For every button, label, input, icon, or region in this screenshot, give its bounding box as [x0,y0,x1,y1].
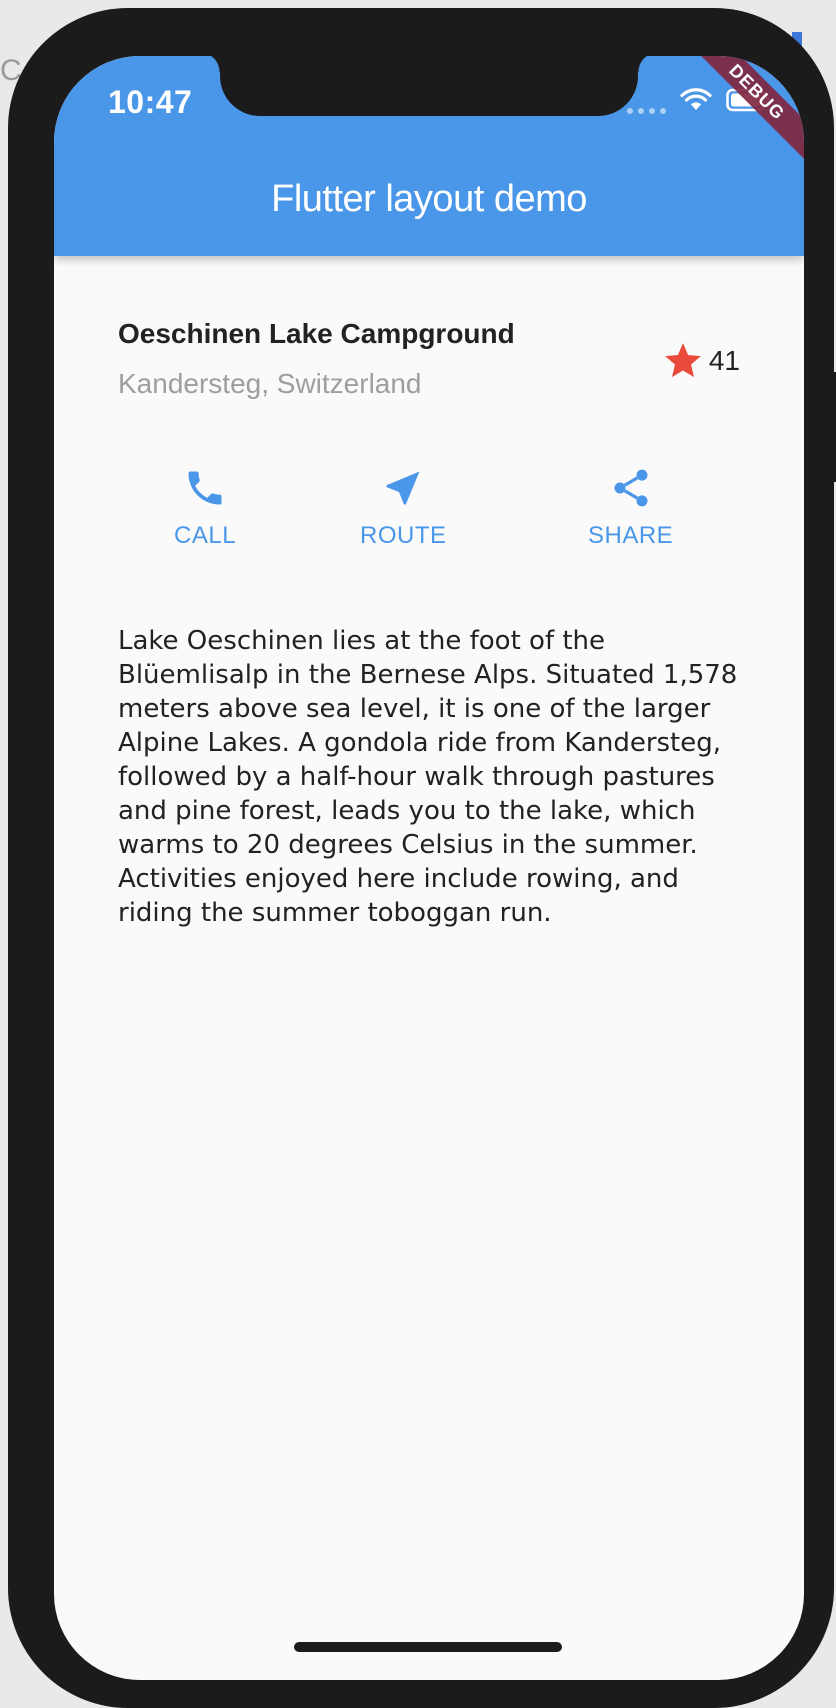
favorite-rating[interactable]: 41 [661,340,740,382]
notch [200,56,658,116]
place-location: Kandersteg, Switzerland [118,368,422,399]
phone-frame: 10:47 Flutter layout demo DEBUG Oeschine… [8,8,834,1708]
rating-count: 41 [708,345,740,376]
share-label: SHARE [588,522,674,549]
call-label: CALL [174,522,237,549]
share-icon [614,469,648,507]
share-button[interactable]: SHARE [588,466,673,550]
description-text: Lake Oeschinen lies at the foot of the B… [118,626,738,928]
wifi-icon [680,88,712,110]
navigation-icon [386,471,420,505]
route-label: ROUTE [360,522,447,549]
mute-switch [8,256,18,322]
star-icon[interactable] [661,340,705,382]
status-time: 10:47 [108,84,193,120]
place-name: Oeschinen Lake Campground [118,318,515,349]
volume-up-button [8,380,18,502]
phone-screen: 10:47 Flutter layout demo DEBUG Oeschine… [54,56,804,1680]
phone-icon [188,471,222,505]
app-bar-title: Flutter layout demo [271,178,587,220]
stage: C 10:47 Flutter layout demo DEBUG Oeschi… [0,0,836,1708]
volume-down-button [8,518,18,640]
home-indicator [294,1642,562,1652]
call-button[interactable]: CALL [174,466,236,550]
route-button[interactable]: ROUTE [360,466,447,550]
button-section: CALL ROUTE SHARE [118,466,740,576]
